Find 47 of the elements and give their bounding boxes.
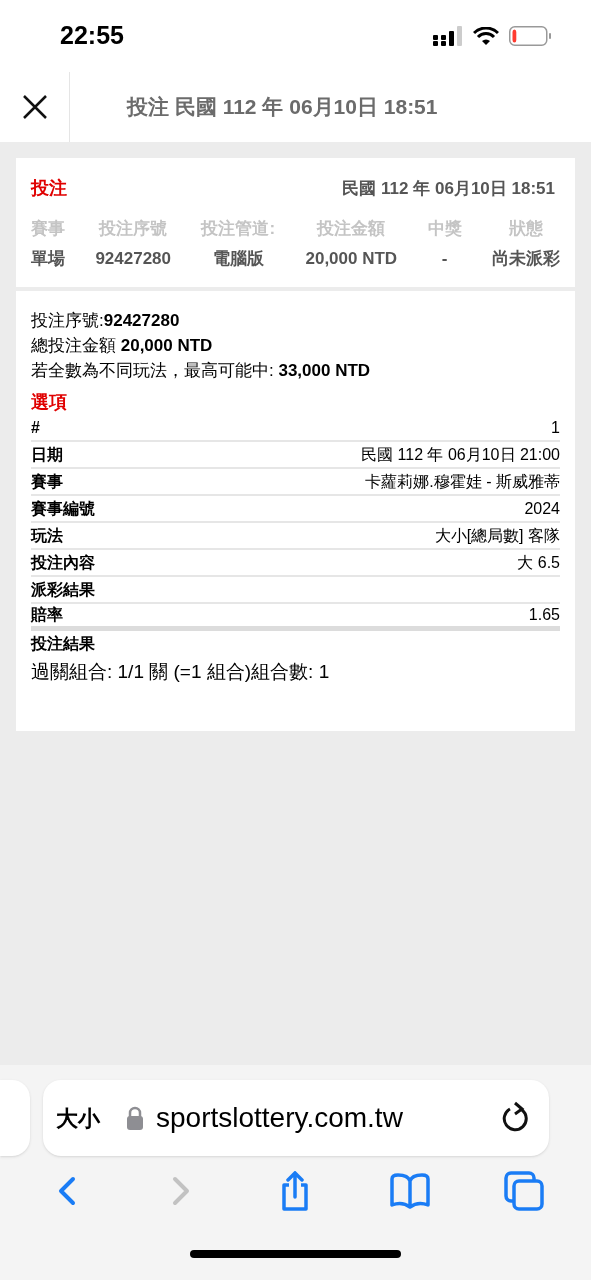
options-heading: 選項 xyxy=(31,391,68,414)
row-value: 2024 xyxy=(524,498,560,519)
lock-icon xyxy=(126,1106,144,1130)
column-value: 單場 xyxy=(31,247,65,270)
row-label: 賽事編號 xyxy=(31,498,95,519)
wifi-icon xyxy=(473,26,499,46)
url-text: sportslottery.com.tw xyxy=(156,1101,403,1135)
column-value: 20,000 NTD xyxy=(305,247,398,270)
bet-info-line: 若全數為不同玩法，最高可能中: 33,000 NTD xyxy=(31,360,372,382)
column-value: 尚未派彩 xyxy=(491,247,560,270)
combination-summary: 過關組合: 1/1 關 (=1 組合)組合數: 1 xyxy=(31,660,331,684)
address-bar[interactable]: 大小 sportslottery.com.tw xyxy=(43,1080,549,1156)
row-label: 玩法 xyxy=(31,525,63,546)
row-value: 卡蘿莉娜.穆霍娃 - 斯威雅蒂 xyxy=(365,471,560,492)
bet-info-line: 投注序號:92427280 xyxy=(31,310,181,332)
result-heading: 投注結果 xyxy=(31,634,96,654)
signal-icon xyxy=(433,26,463,46)
row-value: 民國 112 年 06月10日 21:00 xyxy=(361,444,560,465)
battery-icon xyxy=(509,26,551,46)
text-size-button[interactable]: 大小 xyxy=(56,1101,100,1135)
row-label: 日期 xyxy=(31,444,63,465)
row-label: 投注內容 xyxy=(31,552,95,573)
column-label: 賽事 xyxy=(31,218,65,240)
column-label: 狀態 xyxy=(508,218,543,240)
row-label: 賽事 xyxy=(31,471,63,492)
column-label: 投注序號 xyxy=(99,218,168,240)
row-label: 賠率 xyxy=(31,605,63,625)
bet-datetime: 民國 112 年 06月10日 18:51 xyxy=(342,177,556,200)
open-book-icon xyxy=(389,1171,430,1211)
bet-heading: 投注 xyxy=(31,177,67,200)
row-value: 大 6.5 xyxy=(517,552,560,573)
column-value: 電腦版 xyxy=(212,247,264,270)
column-label: 中獎 xyxy=(427,218,462,240)
status-time: 22:55 xyxy=(60,20,124,52)
column-value: - xyxy=(441,247,448,270)
row-value: 大小[總局數] 客隊 xyxy=(434,525,560,546)
column-label: 投注管道: xyxy=(201,218,276,240)
column-value: 92427280 xyxy=(95,247,172,270)
row-value: 1.65 xyxy=(528,605,560,625)
close-icon xyxy=(22,95,47,119)
column-label: 投注金額 xyxy=(317,218,386,240)
page-title: 投注 民國 112 年 06月10日 18:51 xyxy=(127,94,438,121)
row-value: 1 xyxy=(551,417,560,438)
row-label: 派彩結果 xyxy=(31,579,95,600)
tabs-icon xyxy=(503,1171,544,1211)
row-label: # xyxy=(31,417,40,438)
bet-info-line: 總投注金額 20,000 NTD xyxy=(31,335,214,357)
